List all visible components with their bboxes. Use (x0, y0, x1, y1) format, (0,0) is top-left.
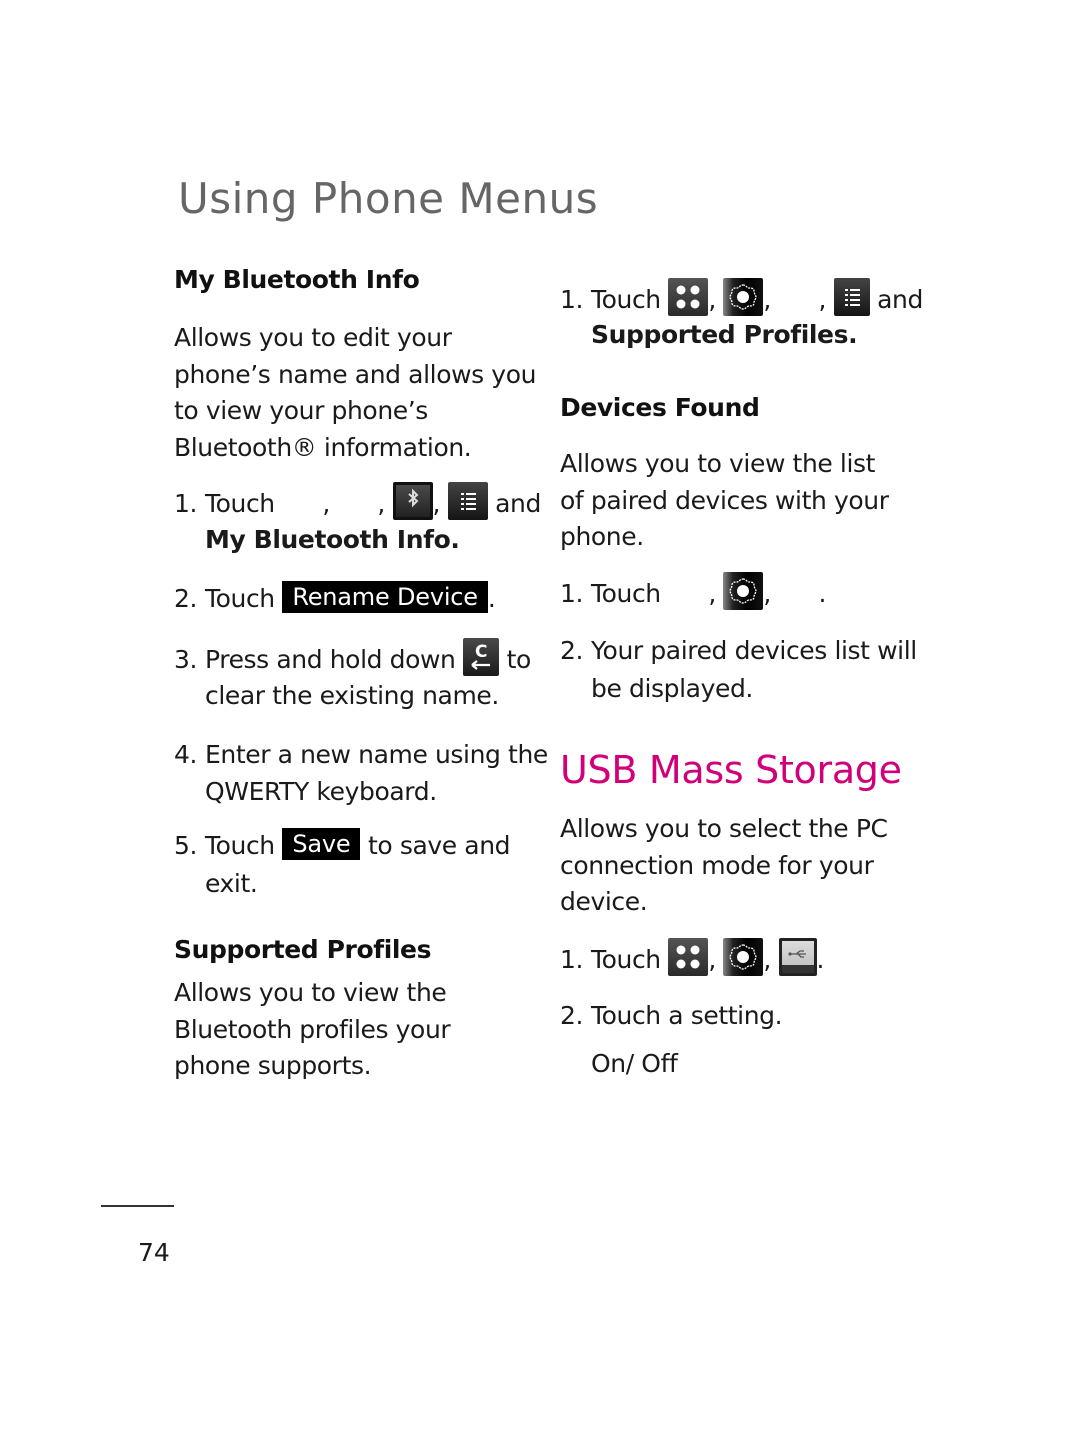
step-number: 1. (560, 285, 584, 314)
clear-backspace-icon: C (463, 638, 500, 676)
bt-info-target: My Bluetooth Info. (205, 525, 460, 554)
separator: . (818, 579, 827, 608)
separator: , (763, 285, 771, 314)
bt-info-step-4: 4. Enter a new name using the (174, 736, 548, 774)
step-text: Touch (205, 831, 275, 860)
my-bluetooth-info-heading: My Bluetooth Info (174, 265, 420, 294)
apps-grid-icon (668, 938, 709, 976)
step-text: Touch (205, 489, 275, 518)
page-number: 74 (138, 1238, 170, 1267)
page-title: Using Phone Menus (178, 174, 599, 223)
step-number: 2. (174, 584, 198, 613)
apps-grid-icon (668, 278, 709, 316)
step-number: 4. (174, 740, 198, 769)
usb-icon (778, 938, 817, 976)
bluetooth-icon (392, 482, 433, 520)
rename-device-button[interactable]: Rename Device (282, 581, 488, 613)
separator: , (432, 489, 441, 518)
usb-description: Allows you to select the PC connection m… (560, 814, 888, 916)
step-number: 3. (174, 645, 198, 674)
devices-step-2-cont: be displayed. (591, 674, 753, 703)
separator: , (322, 489, 330, 518)
supported-profiles-heading: Supported Profiles (174, 935, 432, 964)
bt-info-step-4-cont: QWERTY keyboard. (205, 777, 437, 806)
profiles-step-1: 1. Touch , , , and (560, 278, 923, 319)
step-number: 5. (174, 831, 198, 860)
svg-text:C: C (475, 642, 487, 662)
separator: , (818, 285, 827, 314)
bt-info-step-2: 2. Touch Rename Device. (174, 580, 496, 618)
separator: , (708, 579, 716, 608)
step-text: to save and (367, 831, 511, 860)
devices-step-1: 1. Touch , , . (560, 572, 826, 613)
step-text: Press and hold down (205, 645, 456, 674)
settings-gear-icon (723, 938, 764, 976)
separator: , (377, 489, 385, 518)
step-number: 2. (560, 1001, 584, 1030)
devices-step-2: 2. Your paired devices list will (560, 632, 917, 670)
usb-mass-storage-heading: USB Mass Storage (560, 748, 902, 792)
separator: , (708, 945, 716, 974)
separator: . (487, 584, 496, 613)
step-text: Touch (591, 579, 661, 608)
bt-info-step-5: 5. Touch Save to save and (174, 827, 511, 865)
devices-found-heading: Devices Found (560, 393, 760, 422)
bt-info-step-5-cont: exit. (205, 869, 258, 898)
step-number: 1. (560, 579, 584, 608)
step-number: 2. (560, 636, 584, 665)
supported-profiles-description: Allows you to view the Bluetooth profile… (174, 978, 451, 1080)
my-bluetooth-info-description: Allows you to edit your phone’s name and… (174, 323, 537, 462)
step-text: and (877, 285, 923, 314)
footer-divider (101, 1205, 174, 1207)
step-text: and (495, 489, 541, 518)
step-number: 1. (560, 945, 584, 974)
menu-list-icon (447, 482, 488, 520)
separator: , (763, 945, 771, 974)
step-text: Your paired devices list will (591, 636, 917, 665)
step-text: to (506, 645, 532, 674)
separator: , (708, 285, 716, 314)
step-text: Touch (591, 945, 661, 974)
separator: . (816, 945, 825, 974)
menu-list-icon (833, 278, 870, 316)
bt-info-step-3-cont: clear the existing name. (205, 681, 499, 710)
step-text: Enter a new name using the (205, 740, 548, 769)
bt-info-step-1: 1. Touch , , , and (174, 482, 541, 523)
usb-step-1: 1. Touch , , . (560, 938, 824, 979)
save-button[interactable]: Save (282, 828, 361, 860)
step-text: Touch (591, 285, 661, 314)
step-text: Touch a setting. (591, 1001, 783, 1030)
profiles-target: Supported Profiles. (591, 320, 858, 349)
step-text: Touch (205, 584, 275, 613)
usb-option-on-off: On/ Off (591, 1049, 678, 1078)
devices-found-description: Allows you to view the list of paired de… (560, 449, 889, 551)
settings-gear-icon (723, 278, 764, 316)
separator: , (763, 579, 771, 608)
usb-step-2: 2. Touch a setting. (560, 997, 783, 1035)
settings-gear-icon (723, 572, 764, 610)
bt-info-step-3: 3. Press and hold down C to (174, 638, 531, 679)
step-number: 1. (174, 489, 198, 518)
